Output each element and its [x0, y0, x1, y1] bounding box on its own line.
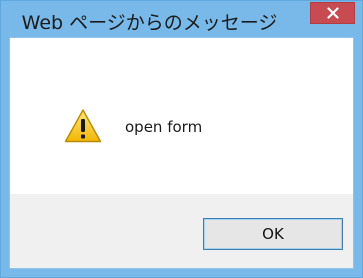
message-dialog-window: Web ページからのメッセージ open form OK — [0, 0, 363, 278]
button-bar: OK — [10, 194, 353, 268]
dialog-body: open form OK — [9, 37, 354, 269]
close-icon — [326, 7, 339, 19]
title-bar[interactable]: Web ページからのメッセージ — [1, 1, 362, 37]
warning-icon — [64, 109, 102, 143]
ok-button[interactable]: OK — [203, 218, 343, 250]
dialog-message: open form — [125, 118, 203, 136]
close-button[interactable] — [310, 2, 355, 24]
window-title: Web ページからのメッセージ — [21, 12, 278, 34]
message-area: open form — [10, 38, 353, 158]
